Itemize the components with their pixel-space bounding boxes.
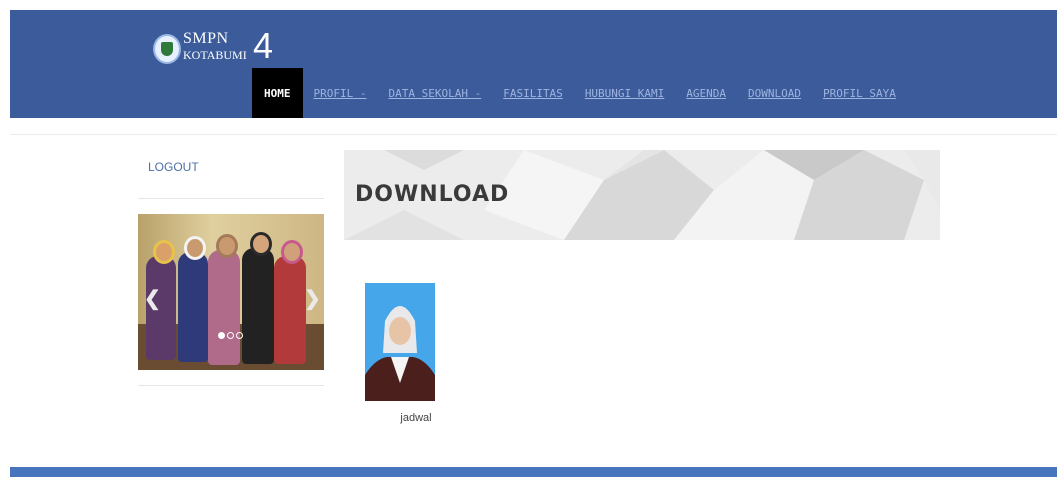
site-footer bbox=[10, 467, 1057, 477]
carousel-dot[interactable] bbox=[218, 332, 225, 339]
carousel-prev-icon[interactable]: ❮ bbox=[144, 286, 161, 311]
photo-figure bbox=[178, 252, 208, 362]
page-title: DOWNLOAD bbox=[355, 182, 510, 207]
site-logo[interactable]: SMPN KOTABUMI 4 bbox=[153, 26, 303, 74]
photo-figure-head bbox=[250, 232, 272, 256]
site-header: SMPN KOTABUMI 4 HOME PROFIL - DATA SEKOL… bbox=[10, 10, 1057, 118]
nav-agenda[interactable]: AGENDA bbox=[675, 68, 737, 118]
nav-hubungi-kami[interactable]: HUBUNGI KAMI bbox=[574, 68, 675, 118]
nav-profil-saya[interactable]: PROFIL SAYA bbox=[812, 68, 907, 118]
school-emblem-icon bbox=[153, 34, 181, 64]
photo-figure bbox=[208, 250, 240, 365]
download-caption[interactable]: jadwal bbox=[365, 412, 467, 424]
logout-link[interactable]: LOGOUT bbox=[148, 160, 199, 174]
carousel-next-icon[interactable]: ❯ bbox=[304, 286, 321, 311]
sidebar-divider bbox=[138, 198, 324, 199]
nav-download[interactable]: DOWNLOAD bbox=[737, 68, 812, 118]
photo-figure-head bbox=[216, 234, 238, 258]
photo-carousel[interactable]: ❮ ❯ bbox=[138, 214, 324, 370]
photo-figure-head bbox=[153, 240, 175, 264]
photo-figure bbox=[242, 248, 274, 364]
nav-home[interactable]: HOME bbox=[252, 68, 303, 118]
photo-figure-head bbox=[281, 240, 303, 264]
logo-text-line2: KOTABUMI bbox=[183, 48, 247, 62]
sidebar-divider bbox=[138, 385, 324, 386]
logo-number: 4 bbox=[253, 25, 274, 66]
person-photo-icon bbox=[365, 283, 435, 401]
main-nav: HOME PROFIL - DATA SEKOLAH - FASILITAS H… bbox=[252, 68, 907, 118]
nav-data-sekolah[interactable]: DATA SEKOLAH - bbox=[377, 68, 492, 118]
download-thumbnail[interactable] bbox=[365, 283, 435, 401]
nav-fasilitas[interactable]: FASILITAS bbox=[492, 68, 574, 118]
header-divider bbox=[10, 134, 1057, 135]
carousel-indicators bbox=[218, 332, 243, 339]
carousel-dot[interactable] bbox=[227, 332, 234, 339]
carousel-dot[interactable] bbox=[236, 332, 243, 339]
page-banner: DOWNLOAD bbox=[344, 150, 940, 240]
photo-figure bbox=[274, 256, 306, 364]
nav-profil[interactable]: PROFIL - bbox=[303, 68, 378, 118]
logo-text-line1: SMPN bbox=[183, 30, 229, 47]
photo-figure-head bbox=[184, 236, 206, 260]
